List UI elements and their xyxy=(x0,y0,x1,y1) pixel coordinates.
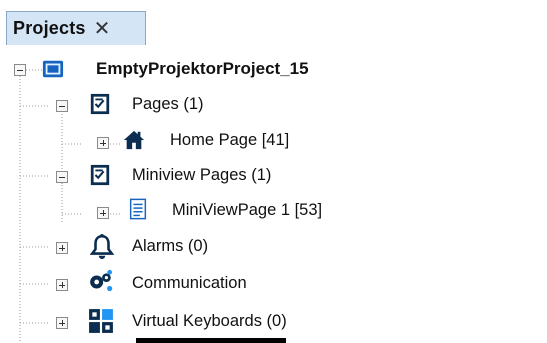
expand-toggle[interactable] xyxy=(97,207,109,219)
tree-node-label: Miniview Pages (1) xyxy=(132,166,272,184)
expand-toggle[interactable] xyxy=(56,279,68,291)
tree-node-virtual-keyboards[interactable]: Virtual Keyboards (0) xyxy=(0,308,547,338)
collapse-toggle[interactable] xyxy=(56,100,68,112)
expand-toggle[interactable] xyxy=(97,137,109,149)
tree-node-label: Alarms (0) xyxy=(132,237,209,255)
document-icon xyxy=(129,198,147,220)
pages-icon xyxy=(90,93,110,115)
tree-node-root[interactable]: EmptyProjektorProject_15 xyxy=(0,55,547,85)
tree-node-label: Communication xyxy=(132,274,247,292)
project-icon xyxy=(42,60,64,78)
tree-node-alarms[interactable]: Alarms (0) xyxy=(0,233,547,263)
home-icon xyxy=(123,130,145,150)
projects-panel: Projects ✕ EmptyProjektorProject_15 Page… xyxy=(0,0,547,343)
alarm-bell-icon xyxy=(89,233,115,259)
project-tree: EmptyProjektorProject_15 Pages (1) Home … xyxy=(0,45,547,343)
tree-node-label: Virtual Keyboards (0) xyxy=(132,312,287,330)
collapse-toggle[interactable] xyxy=(56,171,68,183)
tab-title: Projects xyxy=(13,18,86,38)
tree-node-miniview-page-1[interactable]: MiniViewPage 1 [53] xyxy=(0,197,547,227)
tree-node-label: Pages (1) xyxy=(132,95,204,113)
tree-node-miniview-pages[interactable]: Miniview Pages (1) xyxy=(0,162,547,192)
collapse-toggle[interactable] xyxy=(14,64,26,76)
tree-node-label: Home Page [41] xyxy=(170,131,290,149)
pages-icon xyxy=(90,164,110,186)
tree-node-communication[interactable]: Communication xyxy=(0,269,547,300)
tab-strip: Projects ✕ xyxy=(0,0,547,46)
close-icon[interactable]: ✕ xyxy=(94,19,111,39)
selection-highlight xyxy=(136,338,286,343)
tree-node-pages[interactable]: Pages (1) xyxy=(0,91,547,121)
tree-node-label: EmptyProjektorProject_15 xyxy=(96,59,309,78)
tab-projects[interactable]: Projects ✕ xyxy=(6,11,146,45)
expand-toggle[interactable] xyxy=(56,242,68,254)
communication-icon xyxy=(90,269,113,292)
tree-node-home-page[interactable]: Home Page [41] xyxy=(0,127,547,157)
expand-toggle[interactable] xyxy=(56,317,68,329)
keyboard-icon xyxy=(89,309,113,333)
tree-node-label: MiniViewPage 1 [53] xyxy=(172,201,323,219)
